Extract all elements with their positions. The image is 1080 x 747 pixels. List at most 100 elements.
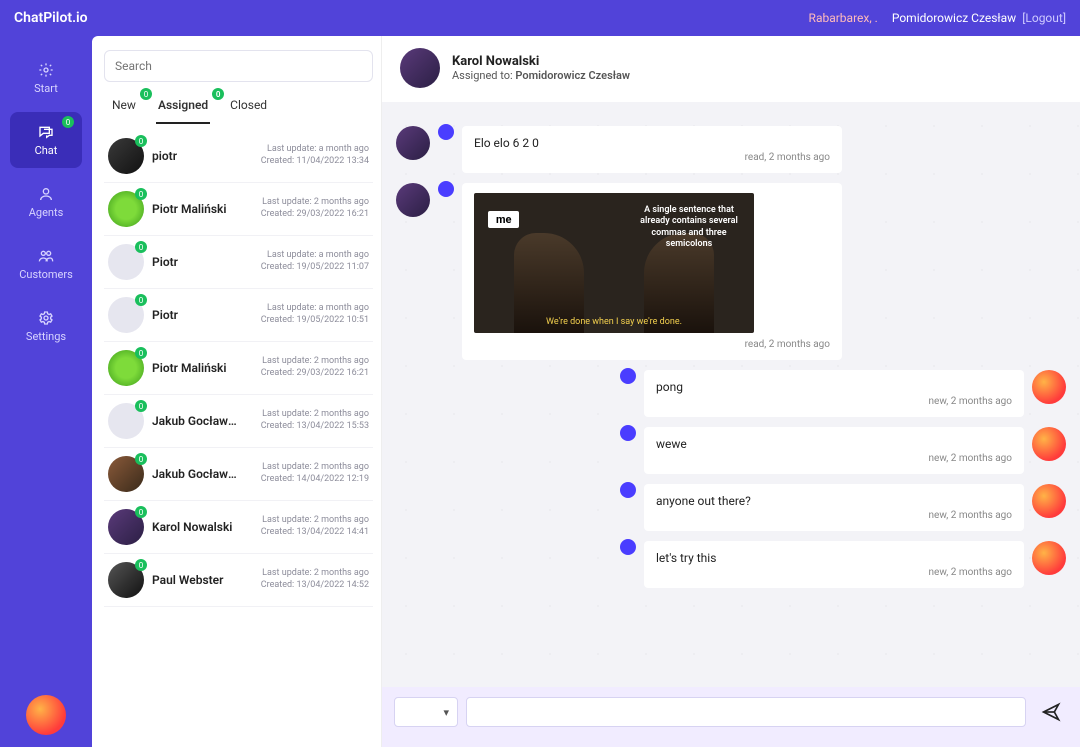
conversation-item[interactable]: 0 Jakub Gocławski Last update: 2 months …	[104, 448, 373, 501]
sidebar-item-customers[interactable]: Customers	[10, 236, 82, 292]
conversation-avatar: 0	[108, 562, 144, 598]
conversation-name: Piotr Maliński	[152, 361, 241, 375]
chat-header-avatar	[400, 48, 440, 88]
message-status: read, 2 months ago	[745, 339, 830, 350]
message-input[interactable]	[466, 697, 1026, 727]
tab-new[interactable]: New 0	[110, 92, 138, 124]
sidebar-item-chat[interactable]: 0 Chat	[10, 112, 82, 168]
tab-label: Assigned	[158, 98, 208, 112]
message-type-select[interactable]: ▾	[394, 697, 458, 727]
tab-badge: 0	[140, 88, 152, 100]
sidebar-item-settings[interactable]: Settings	[10, 298, 82, 354]
conversation-item[interactable]: 0 Paul Webster Last update: 2 months ago…	[104, 554, 373, 607]
conversation-name: piotr	[152, 149, 241, 163]
org-name[interactable]: Rabarbarex, .	[809, 11, 878, 25]
conversation-list[interactable]: 0 piotr Last update: a month agoCreated:…	[104, 130, 373, 739]
conversation-list-panel: New 0 Assigned 0 Closed 0 piotr Last upd…	[92, 36, 382, 747]
app-brand: ChatPilot.io	[14, 10, 88, 26]
conversation-name: Piotr	[152, 308, 241, 322]
unread-badge: 0	[135, 400, 147, 412]
conversation-dates: Last update: a month agoCreated: 19/05/2…	[249, 303, 369, 326]
message-bubble: anyone out there? new, 2 months ago	[644, 484, 1024, 531]
chevron-down-icon: ▾	[443, 706, 449, 719]
conversation-avatar: 0	[108, 509, 144, 545]
unread-badge: 0	[135, 506, 147, 518]
conversation-item[interactable]: 0 Karol Nowalski Last update: 2 months a…	[104, 501, 373, 554]
message-avatar	[1032, 484, 1066, 518]
unread-badge: 0	[135, 453, 147, 465]
message-status: new, 2 months ago	[929, 396, 1012, 407]
conversation-item[interactable]: 0 Piotr Last update: a month agoCreated:…	[104, 289, 373, 342]
conversation-dates: Last update: 2 months agoCreated: 29/03/…	[249, 197, 369, 220]
chat-header: Karol Nowalski Assigned to: Pomidorowicz…	[382, 36, 1080, 102]
message-row: anyone out there? new, 2 months ago	[396, 484, 1066, 531]
status-indicator-icon	[620, 482, 636, 498]
message-bubble: wewe new, 2 months ago	[644, 427, 1024, 474]
message-text: Elo elo 6 2 0	[474, 136, 830, 150]
conversation-dates: Last update: a month agoCreated: 19/05/2…	[249, 250, 369, 273]
chat-icon	[37, 123, 55, 141]
current-user[interactable]: Pomidorowicz Czesław	[892, 11, 1016, 25]
message-status: read, 2 months ago	[745, 152, 830, 163]
tab-closed[interactable]: Closed	[228, 92, 269, 124]
tab-badge: 0	[212, 88, 224, 100]
conversation-item[interactable]: 0 Jakub Gocławski Last update: 2 months …	[104, 395, 373, 448]
conversation-avatar: 0	[108, 456, 144, 492]
message-status: new, 2 months ago	[929, 510, 1012, 521]
message-bubble: Elo elo 6 2 0 read, 2 months ago	[462, 126, 842, 173]
message-status: new, 2 months ago	[929, 453, 1012, 464]
conversation-item[interactable]: 0 Piotr Maliński Last update: 2 months a…	[104, 342, 373, 395]
gear-icon	[37, 309, 55, 327]
message-text: anyone out there?	[656, 494, 751, 508]
chat-messages[interactable]: Elo elo 6 2 0 read, 2 months ago me A si…	[382, 102, 1080, 687]
conversation-dates: Last update: 2 months agoCreated: 13/04/…	[249, 515, 369, 538]
sidebar-item-label: Start	[34, 82, 58, 95]
unread-badge: 0	[135, 347, 147, 359]
message-image-attachment[interactable]: me A single sentence that already contai…	[474, 193, 754, 333]
conversation-item[interactable]: 0 piotr Last update: a month agoCreated:…	[104, 130, 373, 183]
conversation-avatar: 0	[108, 138, 144, 174]
send-icon	[1041, 702, 1061, 722]
message-bubble: me A single sentence that already contai…	[462, 183, 842, 360]
conversation-dates: Last update: 2 months agoCreated: 13/04/…	[249, 568, 369, 591]
message-avatar	[396, 126, 430, 160]
chat-input-bar: ▾	[382, 687, 1080, 747]
current-user-avatar[interactable]	[26, 695, 66, 735]
conversation-dates: Last update: 2 months agoCreated: 13/04/…	[249, 409, 369, 432]
conversation-avatar: 0	[108, 297, 144, 333]
start-icon	[37, 61, 55, 79]
message-row: me A single sentence that already contai…	[396, 183, 1066, 360]
conversation-name: Piotr	[152, 255, 241, 269]
unread-badge: 0	[135, 188, 147, 200]
sidebar-item-start[interactable]: Start	[10, 50, 82, 106]
conversation-item[interactable]: 0 Piotr Last update: a month agoCreated:…	[104, 236, 373, 289]
message-text: let's try this	[656, 551, 716, 565]
conversation-item[interactable]: 0 Piotr Maliński Last update: 2 months a…	[104, 183, 373, 236]
send-button[interactable]	[1034, 697, 1068, 727]
tab-assigned[interactable]: Assigned 0	[156, 92, 210, 124]
message-bubble: let's try this new, 2 months ago	[644, 541, 1024, 588]
message-row: let's try this new, 2 months ago	[396, 541, 1066, 588]
conversation-avatar: 0	[108, 350, 144, 386]
chat-header-assignee: Pomidorowicz Czesław	[515, 69, 630, 82]
search-input[interactable]	[104, 50, 373, 82]
chat-header-name: Karol Nowalski	[452, 54, 630, 69]
message-text: wewe	[656, 437, 687, 451]
status-indicator-icon	[438, 181, 454, 197]
message-avatar	[1032, 370, 1066, 404]
message-avatar	[396, 183, 430, 217]
customers-icon	[37, 247, 55, 265]
tab-label: New	[112, 98, 136, 112]
sidebar-item-agents[interactable]: Agents	[10, 174, 82, 230]
status-indicator-icon	[438, 124, 454, 140]
unread-badge: 0	[135, 559, 147, 571]
status-indicator-icon	[620, 425, 636, 441]
message-status: new, 2 months ago	[929, 567, 1012, 578]
chat-panel: Karol Nowalski Assigned to: Pomidorowicz…	[382, 36, 1080, 747]
message-avatar	[1032, 427, 1066, 461]
conversation-name: Karol Nowalski	[152, 520, 241, 534]
status-indicator-icon	[620, 368, 636, 384]
logout-link[interactable]: [Logout]	[1022, 11, 1066, 25]
message-avatar	[1032, 541, 1066, 575]
conversation-dates: Last update: 2 months agoCreated: 29/03/…	[249, 356, 369, 379]
